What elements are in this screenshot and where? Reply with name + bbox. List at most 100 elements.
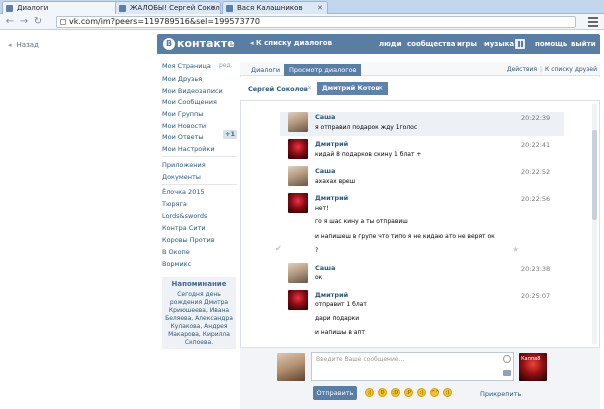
message-time: 20:22:52	[521, 168, 551, 176]
message-text: я отправил подарок жду 1голос	[315, 124, 418, 131]
browser-menu-icon[interactable]	[588, 17, 598, 27]
participant-dmitry-selected[interactable]: Дмитрий Котов ✕	[317, 82, 388, 95]
nav-music[interactable]: музыка	[484, 40, 514, 48]
nav-games[interactable]: игры	[457, 40, 477, 48]
scrollbar-thumb[interactable]	[592, 130, 597, 220]
browser-tab-label: Вася Калашников	[237, 4, 303, 12]
avatar-dmitry[interactable]	[288, 290, 308, 310]
menu-app-item[interactable]: Коровы Против	[162, 236, 215, 244]
recipient-avatar[interactable]: Каппа8	[519, 353, 547, 381]
edit-menu-link[interactable]: ред.	[219, 62, 233, 69]
menu-my-friends[interactable]: Мои Друзья	[162, 75, 202, 83]
menu-app-item[interactable]: Контра Сити	[162, 224, 206, 232]
menu-my-groups[interactable]: Мои Группы	[162, 110, 203, 118]
message-text: нет!	[315, 205, 329, 212]
menu-my-news[interactable]: Мои Новости	[162, 122, 206, 130]
vk-logo[interactable]: Вконтакте	[163, 37, 235, 51]
tab-dialogs[interactable]: Диалоги	[246, 64, 285, 76]
nav-communities[interactable]: сообщества	[407, 40, 456, 48]
tab-view-dialogs[interactable]: Просмотр диалогов	[284, 64, 362, 76]
emoji-blush-icon[interactable]: ^^	[430, 388, 439, 397]
browser-tab-complaints[interactable]: ЖАЛОБЫ! Сергей Соколо ✕	[115, 1, 221, 14]
check-icon[interactable]: ✔	[275, 244, 284, 253]
message-input[interactable]: Введите Ваше сообщение...	[311, 352, 514, 381]
browser-tab-label: ЖАЛОБЫ! Сергей Соколо	[130, 4, 221, 12]
menu-apps[interactable]: Приложения	[162, 161, 206, 169]
browser-tab-label: Диалоги	[17, 4, 49, 12]
remove-participant-icon[interactable]: ✕	[307, 85, 312, 92]
back-link[interactable]: ◂ Назад	[8, 41, 39, 49]
participant-label: Дмитрий Котов	[322, 84, 380, 92]
menu-my-messages[interactable]: Мои Сообщения	[162, 98, 217, 106]
message-author[interactable]: Саша	[315, 113, 335, 121]
answers-count-badge: +1	[223, 130, 237, 139]
emoji-crying-icon[interactable]: ;(	[365, 388, 374, 397]
message-author[interactable]: Дмитрий	[315, 291, 348, 299]
avatar-sasha[interactable]	[288, 263, 308, 283]
message-time: 20:22:56	[521, 195, 551, 203]
menu-my-settings[interactable]: Мои Настройки	[162, 145, 215, 153]
actions-link[interactable]: Действия	[507, 66, 537, 73]
participant-sergey[interactable]: Сергей Соколов	[248, 85, 308, 93]
forward-arrow-icon[interactable]: →	[18, 16, 30, 28]
message-author[interactable]: Саша	[315, 264, 335, 272]
emoji-tongue-icon[interactable]: :P	[404, 388, 413, 397]
menu-app-item[interactable]: Вормикс	[162, 260, 191, 268]
send-button[interactable]: Отправить	[313, 386, 357, 400]
recipient-avatar-label: Каппа8	[521, 356, 541, 362]
remove-participant-icon[interactable]: ✕	[378, 82, 383, 95]
star-icon[interactable]: ★	[512, 245, 519, 254]
message-author[interactable]: Саша	[315, 167, 335, 175]
close-tab-icon[interactable]: ✕	[210, 2, 216, 14]
avatar-sasha[interactable]	[288, 112, 308, 132]
camera-icon[interactable]	[503, 370, 511, 376]
message-author[interactable]: Дмитрий	[315, 140, 348, 148]
back-to-dialogs-link[interactable]: ◂ К списку диалогов	[250, 39, 332, 47]
menu-app-item[interactable]: Тюряга	[162, 200, 187, 208]
avatar-sasha[interactable]	[288, 166, 308, 186]
menu-my-page[interactable]: Моя Страница	[162, 62, 211, 70]
avatar-dmitry[interactable]	[288, 139, 308, 159]
url-field[interactable]: vk.com/im?peers=119789516&sel=199573770	[56, 16, 576, 28]
back-to-dialogs-label: К списку диалогов	[255, 39, 333, 47]
pause-icon[interactable]	[515, 39, 525, 49]
address-bar: ← → ↻ vk.com/im?peers=119789516&sel=1995…	[0, 14, 604, 30]
message-text: ?	[315, 247, 319, 254]
emoji-smile-icon[interactable]: :)	[417, 388, 426, 397]
my-avatar[interactable]	[277, 353, 305, 381]
emoji-laugh-icon[interactable]: D	[378, 388, 387, 397]
message-text: и напишеш в групе что типо я не кидаю ат…	[315, 233, 495, 240]
message-text: дари подарки	[315, 315, 360, 322]
menu-my-videos[interactable]: Мои Видеозаписи	[162, 87, 223, 95]
emoji-wink-icon[interactable]: ;)	[443, 388, 452, 397]
menu-app-item[interactable]: Ёлочка 2015	[162, 188, 205, 196]
page-icon	[60, 19, 66, 25]
smile-icon[interactable]	[503, 355, 511, 363]
menu-app-item[interactable]: В Окопе	[162, 248, 190, 256]
browser-tab-vasya[interactable]: Вася Калашников ✕	[222, 1, 328, 14]
emoji-grin-icon[interactable]: :D	[391, 388, 400, 397]
menu-documents[interactable]: Документы	[162, 173, 201, 181]
reload-icon[interactable]: ↻	[32, 16, 44, 28]
close-tab-icon[interactable]: ✕	[317, 2, 323, 14]
nav-people[interactable]: люди	[379, 40, 402, 48]
message-time: 20:22:41	[521, 141, 551, 149]
nav-logout[interactable]: выйти	[571, 40, 596, 48]
attach-button[interactable]: Прикрепить	[480, 390, 521, 398]
menu-my-answers[interactable]: Мои Ответы	[162, 133, 204, 141]
message-author[interactable]: Дмитрий	[315, 194, 348, 202]
vk-favicon-icon	[119, 5, 126, 12]
message-time: 20:25:07	[521, 292, 551, 300]
nav-help[interactable]: помощь	[535, 40, 567, 48]
to-friends-link[interactable]: К списку друзей	[545, 66, 597, 73]
reminder-body[interactable]: Сегодня день рождения Дмитра Криюшеева, …	[165, 291, 233, 347]
avatar-dmitry[interactable]	[288, 193, 308, 213]
url-text: vk.com/im?peers=119789516&sel=199573770	[69, 17, 260, 26]
back-arrow-icon[interactable]: ←	[4, 16, 16, 28]
message-text: го я шас кину а ты отправиш	[315, 218, 408, 225]
birthday-reminder: Напоминание Сегодня день рождения Дмитра…	[162, 277, 236, 349]
vk-logo-icon: В	[163, 38, 175, 50]
reminder-title: Напоминание	[171, 280, 227, 288]
left-arrow-icon: ◂	[8, 41, 12, 49]
menu-app-item[interactable]: Lords&swords	[162, 212, 207, 220]
